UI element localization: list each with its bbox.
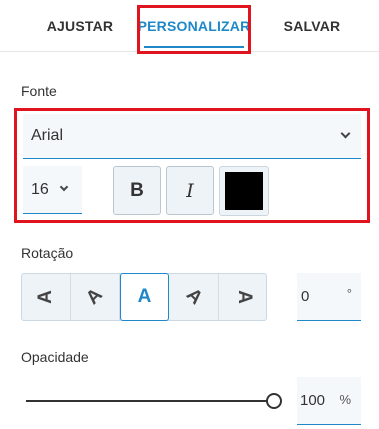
tab-personalizar-label: PERSONALIZAR [137,18,251,34]
opacity-value: 100 [300,392,326,409]
font-section-label: Fonte [21,83,57,99]
active-tab-indicator [144,46,244,48]
opacity-section-label: Opacidade [21,349,89,365]
rotation-input[interactable]: 0 ° [297,273,361,321]
opacity-slider[interactable] [26,392,282,410]
rotation-button-group: A A A A A [21,273,267,321]
rotate-0-button[interactable]: A [120,273,169,321]
rotation-value: 0 [301,288,310,305]
degree-unit: ° [346,286,352,301]
tab-ajustar-label: AJUSTAR [46,18,114,34]
tab-bar: AJUSTAR PERSONALIZAR SALVAR [0,0,379,52]
tab-ajustar[interactable]: AJUSTAR [30,0,130,52]
rotate-right-90-button[interactable]: A [219,274,268,320]
rotate-right-45-button[interactable]: A [170,274,219,320]
tab-salvar[interactable]: SALVAR [262,0,362,52]
rotated-a-icon: A [82,284,107,309]
rotation-section-label: Rotação [21,245,74,261]
highlight-box-font [14,108,370,223]
rotated-a-icon: A [34,290,56,304]
opacity-input[interactable]: 100 % [297,377,361,425]
rotate-left-90-button[interactable]: A [22,274,71,320]
rotated-a-icon: A [137,286,152,307]
rotate-left-45-button[interactable]: A [71,274,120,320]
percent-unit: % [339,392,351,407]
tab-salvar-label: SALVAR [283,18,341,34]
slider-track [26,400,268,402]
rotated-a-icon: A [233,290,255,304]
tab-personalizar[interactable]: PERSONALIZAR [138,0,250,52]
rotated-a-icon: A [182,284,207,309]
slider-thumb[interactable] [266,393,282,409]
